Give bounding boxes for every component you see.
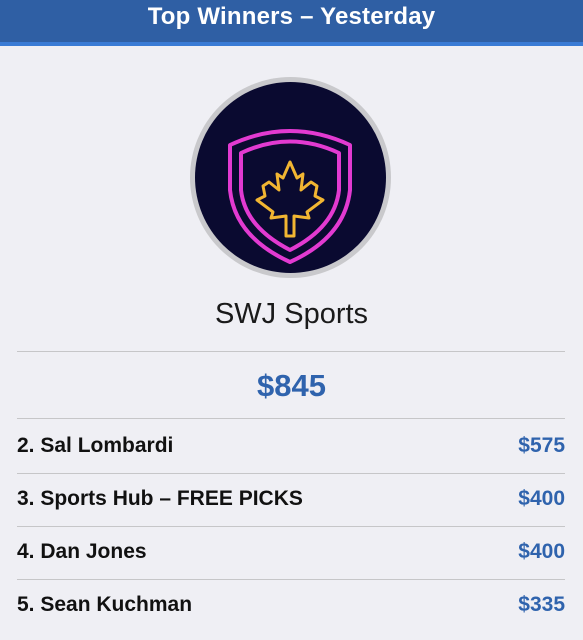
winner-name: 2. Sal Lombardi: [17, 434, 174, 457]
winner-amount: $400: [518, 487, 565, 510]
winner-name: 5. Sean Kuchman: [17, 593, 193, 616]
list-item[interactable]: 3. Sports Hub – FREE PICKS $400: [17, 473, 565, 525]
divider: [17, 351, 565, 352]
divider: [17, 418, 565, 419]
list-item[interactable]: 2. Sal Lombardi $575: [17, 420, 565, 472]
winner-amount: $400: [518, 540, 565, 563]
list-item[interactable]: 4. Dan Jones $400: [17, 526, 565, 578]
winner-name: 3. Sports Hub – FREE PICKS: [17, 487, 303, 510]
team-logo: [195, 82, 386, 273]
page-title: Top Winners – Yesterday: [147, 3, 436, 30]
top-winner-amount: $845: [257, 368, 326, 403]
page-header: Top Winners – Yesterday: [0, 0, 583, 46]
winner-amount: $335: [518, 593, 565, 616]
winner-name: 4. Dan Jones: [17, 540, 147, 563]
winners-card: SWJ Sports $845 2. Sal Lombardi $575 3. …: [0, 46, 583, 640]
maple-leaf-shield-icon: [228, 129, 352, 264]
avatar[interactable]: [190, 77, 391, 278]
winner-amount: $575: [518, 434, 565, 457]
top-winner-name: SWJ Sports: [214, 298, 369, 330]
list-item[interactable]: 5. Sean Kuchman $335: [17, 579, 565, 631]
